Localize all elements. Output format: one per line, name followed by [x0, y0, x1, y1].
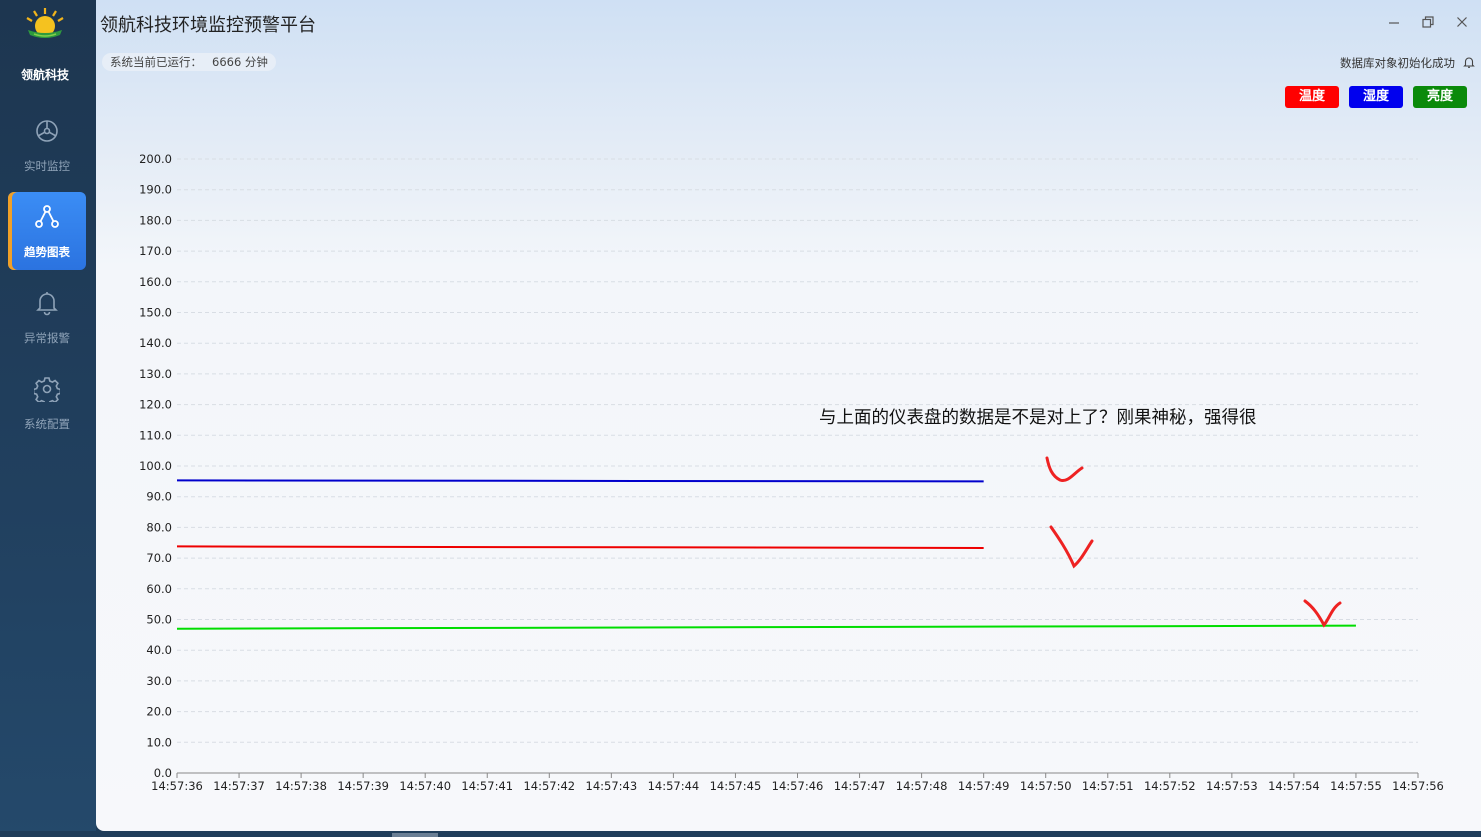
x-tick-label: 14:57:55 — [1330, 779, 1382, 793]
y-tick-label: 60.0 — [146, 582, 172, 596]
x-tick-label: 14:57:38 — [275, 779, 327, 793]
sidebar-item-trend-chart[interactable]: 趋势图表 — [8, 192, 86, 270]
check-mark — [1303, 599, 1342, 628]
check-mark — [1049, 525, 1094, 569]
bell-icon — [36, 292, 58, 316]
gear-icon — [34, 377, 60, 402]
x-tick-label: 14:57:45 — [710, 779, 762, 793]
y-tick-label: 40.0 — [146, 643, 172, 657]
series-line — [176, 479, 984, 483]
x-tick-label: 14:57:36 — [151, 779, 203, 793]
series-line — [176, 545, 984, 549]
x-tick-label: 14:57:52 — [1144, 779, 1196, 793]
y-tick-label: 200.0 — [139, 152, 172, 166]
y-tick-label: 180.0 — [139, 213, 172, 227]
x-tick-label: 14:57:54 — [1268, 779, 1320, 793]
series-line — [176, 624, 1356, 630]
x-tick-label: 14:57:47 — [834, 779, 886, 793]
sidebar-item-label: 系统配置 — [24, 417, 70, 431]
sidebar-item-label: 异常报警 — [24, 331, 70, 345]
y-tick-label: 0.0 — [154, 766, 172, 780]
x-tick-label: 14:57:53 — [1206, 779, 1258, 793]
y-tick-label: 160.0 — [139, 275, 172, 289]
taskbar-indicator — [392, 833, 438, 837]
sidebar-item-realtime-monitor[interactable]: 实时监控 — [8, 106, 86, 184]
trend-line-chart: 0.0 10.0 20.0 30.0 40.0 50.0 60.0 70.0 80.0 90.0 1… — [139, 152, 1444, 793]
sidebar-item-system-config[interactable]: 系统配置 — [8, 364, 86, 442]
bottom-strip — [0, 831, 1481, 837]
y-tick-label: 100.0 — [139, 459, 172, 473]
sidebar-item-alarms[interactable]: 异常报警 — [8, 278, 86, 356]
y-tick-label: 20.0 — [146, 705, 172, 719]
y-tick-label: 140.0 — [139, 336, 172, 350]
sidebar-item-label: 实时监控 — [24, 159, 70, 173]
x-tick-label: 14:57:44 — [648, 779, 700, 793]
y-tick-label: 70.0 — [146, 551, 172, 565]
y-tick-label: 110.0 — [139, 428, 172, 442]
annotation-text: 与上面的仪表盘的数据是不是对上了？刚果神秘，强得很 — [819, 408, 1257, 428]
sidebar-item-label: 趋势图表 — [24, 245, 70, 259]
y-tick-label: 120.0 — [139, 398, 172, 412]
y-tick-label: 10.0 — [146, 735, 172, 749]
check-mark — [1045, 456, 1084, 483]
main-panel: 领航科技环境监控预警平台 系统当前已运行： 6666 分钟 数据库对象初始化成功 … — [96, 0, 1481, 831]
y-tick-label: 90.0 — [146, 490, 172, 504]
y-tick-label: 50.0 — [146, 613, 172, 627]
x-tick-label: 14:57:37 — [213, 779, 265, 793]
graph-nodes-icon — [35, 205, 59, 228]
dashboard-icon — [36, 120, 58, 142]
sidebar: 领航科技 实时监控 趋势图表 异常报警 系统配置 — [0, 0, 96, 837]
y-tick-label: 30.0 — [146, 674, 172, 688]
x-tick-label: 14:57:43 — [586, 779, 638, 793]
y-tick-label: 190.0 — [139, 183, 172, 197]
y-tick-label: 80.0 — [146, 520, 172, 534]
brand-name: 领航科技 — [20, 68, 69, 82]
x-tick-label: 14:57:42 — [523, 779, 575, 793]
y-tick-label: 130.0 — [139, 367, 172, 381]
sun-logo-icon — [26, 8, 64, 38]
x-tick-label: 14:57:48 — [896, 779, 948, 793]
y-tick-label: 170.0 — [139, 244, 172, 258]
x-tick-label: 14:57:39 — [337, 779, 389, 793]
y-tick-label: 150.0 — [139, 306, 172, 320]
x-tick-label: 14:57:50 — [1020, 779, 1072, 793]
x-tick-label: 14:57:40 — [399, 779, 451, 793]
x-tick-label: 14:57:41 — [461, 779, 513, 793]
x-tick-label: 14:57:56 — [1392, 779, 1444, 793]
logo: 领航科技 — [0, 0, 90, 90]
x-tick-label: 14:57:51 — [1082, 779, 1134, 793]
x-tick-label: 14:57:46 — [772, 779, 824, 793]
x-tick-label: 14:57:49 — [958, 779, 1010, 793]
